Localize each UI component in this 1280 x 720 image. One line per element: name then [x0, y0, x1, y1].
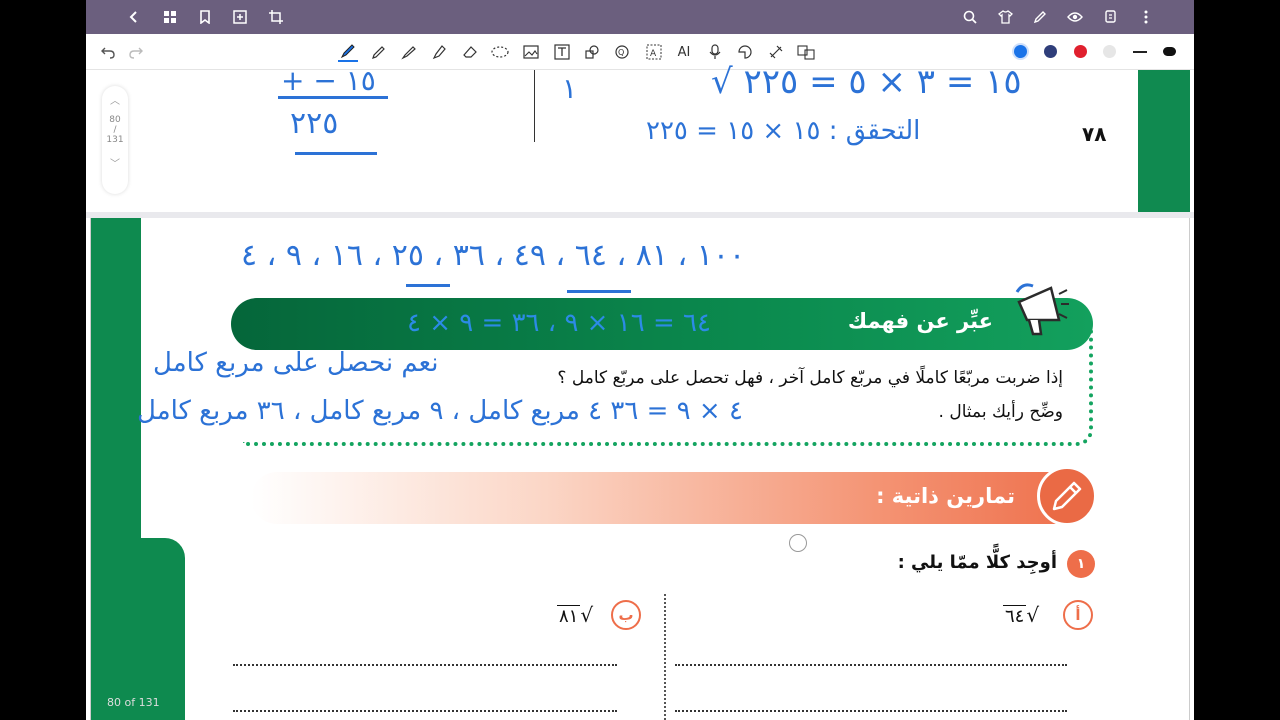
page-current: 80 — [109, 115, 121, 125]
question-line-2: وضِّح رأيك بمثال . — [938, 402, 1063, 422]
translate-2-icon[interactable] — [796, 42, 816, 62]
handwriting-underline-64 — [406, 284, 450, 287]
grid-icon[interactable] — [160, 7, 180, 27]
question-number-badge: ١ — [1067, 550, 1095, 578]
megaphone-icon — [1011, 280, 1071, 338]
express-understanding-banner: عبِّر عن فهمك ٦٤ = ١٦ × ٩ ، ٣٦ = ٩ × ٤ — [231, 298, 1093, 350]
color-navy-swatch[interactable] — [1044, 45, 1057, 58]
color-blue-swatch[interactable] — [1014, 45, 1027, 58]
question-line-1: إذا ضربت مربّعًا كاملًا في مربّع كامل آخ… — [557, 368, 1063, 388]
part-b-expression: √٨١ — [557, 603, 593, 627]
answer-line-a1[interactable] — [675, 664, 1067, 666]
column-divider — [534, 70, 535, 142]
page-up-icon[interactable]: ︿ — [102, 92, 128, 107]
svg-text:Q: Q — [618, 48, 624, 57]
page-down-icon[interactable]: ﹀ — [102, 155, 128, 170]
banner-title: عبِّر عن فهمك — [847, 309, 993, 333]
thin-line-swatch[interactable] — [1103, 45, 1116, 58]
medium-line-swatch[interactable] — [1133, 51, 1147, 53]
answer-line-a2[interactable] — [675, 710, 1067, 712]
exercises-pencil-icon — [1037, 466, 1097, 526]
handwriting-prev-left-top: ١٥ − + — [281, 64, 376, 97]
handwriting-underline-2 — [295, 152, 377, 155]
handwriting-prev-check: التحقق : ١٥ × ١٥ = ٢٢٥ — [646, 116, 921, 146]
highlighter-icon[interactable] — [429, 42, 449, 62]
svg-text:A: A — [650, 49, 657, 59]
handwriting-underline-36 — [567, 290, 631, 293]
part-b-value: ٨١ — [557, 605, 581, 627]
top-bar — [86, 0, 1194, 34]
ocr-icon[interactable]: Q — [613, 42, 633, 62]
answer-line-b1[interactable] — [233, 664, 617, 666]
part-a-badge: أ — [1063, 600, 1093, 630]
sticker-icon[interactable] — [735, 42, 755, 62]
eye-icon[interactable] — [1065, 7, 1085, 27]
sqrt-symbol-b: √ — [580, 603, 594, 627]
image-icon[interactable] — [521, 42, 541, 62]
textbox-icon[interactable] — [552, 42, 572, 62]
self-exercises-banner: تمارين ذاتية : — [251, 472, 1091, 524]
answer-line-b2[interactable] — [233, 710, 617, 712]
eraser-icon[interactable] — [460, 42, 480, 62]
exercises-title: تمارين ذاتية : — [876, 484, 1015, 508]
search-icon[interactable] — [960, 7, 980, 27]
page-navigator[interactable]: ︿ 80 / 131 ﹀ — [102, 86, 128, 194]
problem-number: ٧٨ — [1082, 122, 1107, 146]
part-b-badge: ب — [611, 600, 641, 630]
copy-icon[interactable] — [1100, 7, 1120, 27]
question-1-text: أوجِد كلًّا ممّا يلي : — [897, 552, 1057, 573]
cursor-indicator — [789, 534, 807, 552]
previous-page: ٧٨ ١٥ = ٣ × ٥ = ٢٢٥ √ التحقق : ١٥ × ١٥ =… — [86, 62, 1194, 212]
handwriting-answer-1: نعم نحصل على مربع كامل — [153, 348, 439, 378]
page-separator: / — [113, 125, 117, 135]
pdf-reader-app: Q A AI ٧٨ ١٥ = ٣ × ٥ = ٢٢٥ √ التحقق : ١٥… — [86, 0, 1194, 720]
part-a-value: ٦٤ — [1003, 605, 1027, 627]
handwriting-sequence: ١٠٠ ، ٨١ ، ٦٤ ، ٤٩ ، ٣٦ ، ٢٥ ، ١٦ ، ٩ ، … — [241, 238, 746, 273]
mic-icon[interactable] — [705, 42, 725, 62]
more-icon[interactable] — [1136, 7, 1156, 27]
handwriting-answer-2: ٤ × ٩ = ٣٦ ٤ مربع كامل ، ٩ مربع كامل ، ٣… — [137, 396, 743, 426]
lasso-icon[interactable] — [490, 42, 510, 62]
handwriting-prev-result: ٢٢٥ — [290, 106, 339, 141]
sqrt-symbol-a: √ — [1026, 603, 1040, 627]
redo-icon[interactable] — [126, 42, 146, 62]
pen-icon[interactable] — [1030, 7, 1050, 27]
bookmark-icon[interactable] — [195, 7, 215, 27]
marker-icon[interactable] — [399, 42, 419, 62]
translate-icon[interactable]: A — [644, 42, 664, 62]
handwriting-prev-top: ١٥ = ٣ × ٥ = ٢٢٥ √ — [711, 62, 1022, 102]
ai-icon[interactable]: AI — [674, 42, 694, 62]
crop-icon[interactable] — [266, 7, 286, 27]
fountain-pen-icon[interactable] — [338, 42, 358, 62]
page-footer: 80 of 131 — [107, 696, 160, 709]
add-page-icon[interactable] — [230, 7, 250, 27]
annotation-toolbar: Q A AI — [86, 34, 1194, 70]
page-total: 131 — [106, 135, 124, 145]
color-red-swatch[interactable] — [1074, 45, 1087, 58]
shirt-icon[interactable] — [995, 7, 1015, 27]
current-page: ١٠٠ ، ٨١ ، ٦٤ ، ٤٩ ، ٣٦ ، ٢٥ ، ١٦ ، ٩ ، … — [90, 218, 1190, 720]
part-a-expression: √٦٤ — [1003, 603, 1039, 627]
link-icon[interactable] — [766, 42, 786, 62]
handwriting-prev-mid: ١ — [562, 72, 578, 105]
page-side-tab — [1138, 70, 1190, 212]
handwriting-underline-1 — [278, 96, 388, 99]
pencil-icon[interactable] — [369, 42, 389, 62]
undo-icon[interactable] — [98, 42, 118, 62]
shapes-icon[interactable] — [582, 42, 602, 62]
column-divider-dotted — [664, 594, 666, 720]
thick-line-swatch[interactable] — [1163, 47, 1176, 56]
page-left-tab — [91, 538, 185, 720]
handwriting-banner: ٦٤ = ١٦ × ٩ ، ٣٦ = ٩ × ٤ — [407, 308, 711, 338]
back-icon[interactable] — [124, 7, 144, 27]
